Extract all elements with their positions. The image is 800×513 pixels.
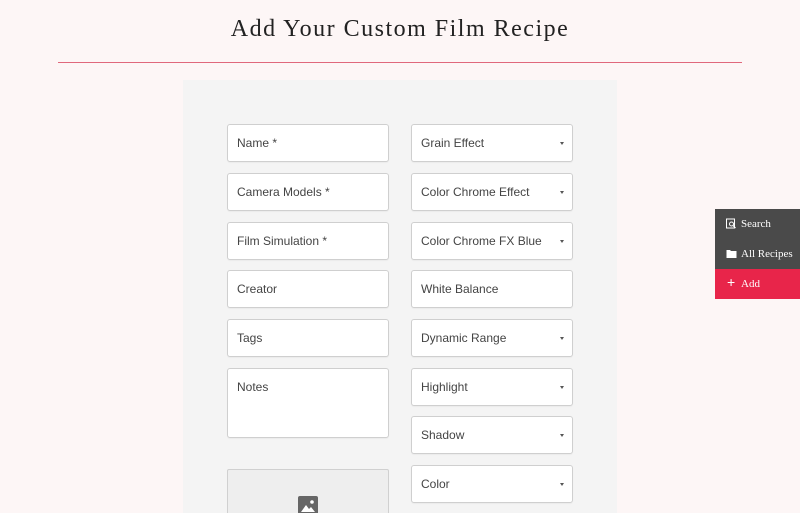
plus-icon: + xyxy=(727,274,736,290)
color-select[interactable]: Color xyxy=(411,465,573,503)
white-balance-placeholder: White Balance xyxy=(421,282,499,296)
name-placeholder: Name * xyxy=(237,136,278,150)
nav-search[interactable]: Search xyxy=(715,209,800,239)
nav-all-recipes[interactable]: All Recipes xyxy=(715,239,800,269)
highlight-select[interactable]: Highlight xyxy=(411,368,573,406)
notes-placeholder: Notes xyxy=(237,380,269,394)
dynamic-range-label: Dynamic Range xyxy=(421,331,507,345)
page-title: Add Your Custom Film Recipe xyxy=(230,16,570,42)
nav-add[interactable]: + Add xyxy=(715,269,800,299)
chevron-down-icon xyxy=(560,142,564,145)
notes-textarea[interactable]: Notes xyxy=(227,368,389,438)
title-divider xyxy=(58,62,742,63)
chevron-down-icon xyxy=(560,483,564,486)
creator-input[interactable]: Creator xyxy=(227,270,389,308)
tags-placeholder: Tags xyxy=(237,331,263,345)
chevron-down-icon xyxy=(560,386,564,389)
color-chrome-effect-select[interactable]: Color Chrome Effect xyxy=(411,173,573,211)
tags-input[interactable]: Tags xyxy=(227,319,389,357)
camera-models-placeholder: Camera Models * xyxy=(237,185,330,199)
color-chrome-fx-blue-select[interactable]: Color Chrome FX Blue xyxy=(411,222,573,260)
film-simulation-placeholder: Film Simulation * xyxy=(237,234,328,248)
highlight-label: Highlight xyxy=(421,380,468,394)
side-nav: Search All Recipes + Add xyxy=(715,209,800,299)
dynamic-range-select[interactable]: Dynamic Range xyxy=(411,319,573,357)
camera-models-input[interactable]: Camera Models * xyxy=(227,173,389,211)
white-balance-input[interactable]: White Balance xyxy=(411,270,573,308)
grain-effect-select[interactable]: Grain Effect xyxy=(411,124,573,162)
image-upload-area[interactable] xyxy=(227,469,389,513)
chevron-down-icon xyxy=(560,191,564,194)
image-icon xyxy=(298,496,318,513)
color-chrome-effect-label: Color Chrome Effect xyxy=(421,185,530,199)
nav-all-recipes-label: All Recipes xyxy=(741,248,793,260)
color-label: Color xyxy=(421,477,450,491)
nav-add-label: Add xyxy=(741,278,760,290)
chevron-down-icon xyxy=(560,337,564,340)
chevron-down-icon xyxy=(560,240,564,243)
name-input[interactable]: Name * xyxy=(227,124,389,162)
shadow-select[interactable]: Shadow xyxy=(411,416,573,454)
creator-placeholder: Creator xyxy=(237,282,278,296)
search-icon xyxy=(726,218,737,229)
film-simulation-input[interactable]: Film Simulation * xyxy=(227,222,389,260)
folder-icon xyxy=(726,248,737,259)
shadow-label: Shadow xyxy=(421,428,465,442)
color-chrome-fx-blue-label: Color Chrome FX Blue xyxy=(421,234,542,248)
chevron-down-icon xyxy=(560,434,564,437)
grain-effect-label: Grain Effect xyxy=(421,136,485,150)
nav-search-label: Search xyxy=(741,218,771,230)
